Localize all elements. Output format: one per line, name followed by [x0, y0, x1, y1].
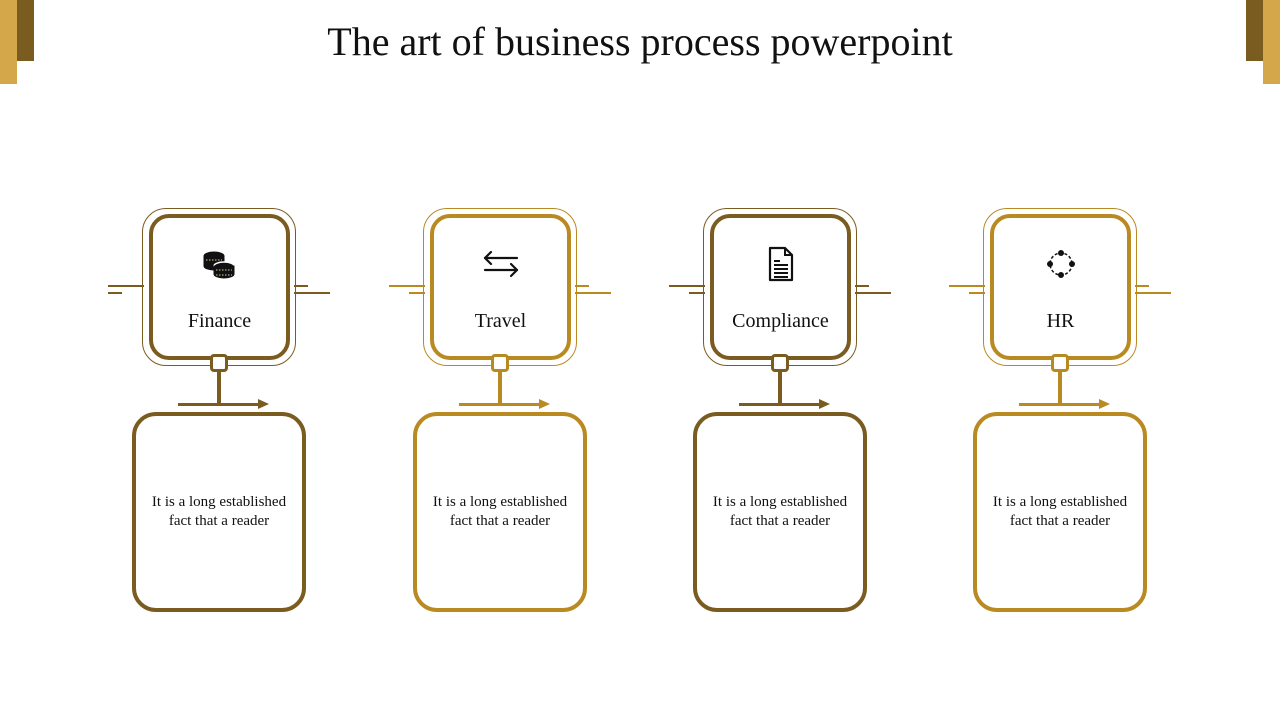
step-description: It is a long established fact that a rea… [151, 494, 287, 529]
connector-node [491, 354, 509, 372]
arrow-line [459, 403, 543, 406]
connector-line [1135, 285, 1149, 287]
arrow-right-icon [258, 399, 269, 409]
network-circle-icon [994, 246, 1127, 282]
connector-node [1051, 354, 1069, 372]
arrow-right-icon [819, 399, 830, 409]
arrow-line [178, 403, 262, 406]
process-step-hr: HR It is a long established fact that a … [949, 0, 1229, 720]
connector-stem [1058, 371, 1062, 405]
connector-line [669, 285, 705, 287]
description-box: It is a long established fact that a rea… [973, 412, 1147, 612]
connector-stem [498, 371, 502, 405]
connector-line [294, 285, 308, 287]
step-label: HR [1046, 310, 1075, 332]
arrow-line [739, 403, 823, 406]
connector-line [108, 292, 122, 294]
connector-line [855, 292, 891, 294]
step-card[interactable]: Finance [149, 214, 290, 360]
arrow-right-icon [539, 399, 550, 409]
process-step-compliance: Compliance It is a long established fact… [669, 0, 949, 720]
description-box: It is a long established fact that a rea… [132, 412, 306, 612]
document-icon [714, 246, 847, 282]
step-card[interactable]: HR [990, 214, 1131, 360]
connector-line [108, 285, 144, 287]
step-label: Compliance [732, 310, 829, 332]
step-label: Finance [187, 310, 252, 332]
connector-line [1135, 292, 1171, 294]
swap-arrows-icon [434, 246, 567, 282]
connector-line [389, 285, 425, 287]
step-card[interactable]: Travel [430, 214, 571, 360]
step-label: Travel [474, 310, 527, 332]
step-description: It is a long established fact that a rea… [432, 494, 568, 529]
connector-node [771, 354, 789, 372]
step-card[interactable]: Compliance [710, 214, 851, 360]
step-description: It is a long established fact that a rea… [712, 494, 848, 529]
description-box: It is a long established fact that a rea… [413, 412, 587, 612]
connector-line [949, 285, 985, 287]
arrow-line [1019, 403, 1103, 406]
process-step-finance: Finance It is a long established fact th… [108, 0, 388, 720]
connector-node [210, 354, 228, 372]
arrow-right-icon [1099, 399, 1110, 409]
connector-line [855, 285, 869, 287]
connector-line [575, 292, 611, 294]
connector-line [294, 292, 330, 294]
connector-stem [778, 371, 782, 405]
process-step-travel: Travel It is a long established fact tha… [389, 0, 669, 720]
description-box: It is a long established fact that a rea… [693, 412, 867, 612]
step-description: It is a long established fact that a rea… [992, 494, 1128, 529]
connector-line [575, 285, 589, 287]
connector-stem [217, 371, 221, 405]
coins-icon [153, 246, 286, 282]
